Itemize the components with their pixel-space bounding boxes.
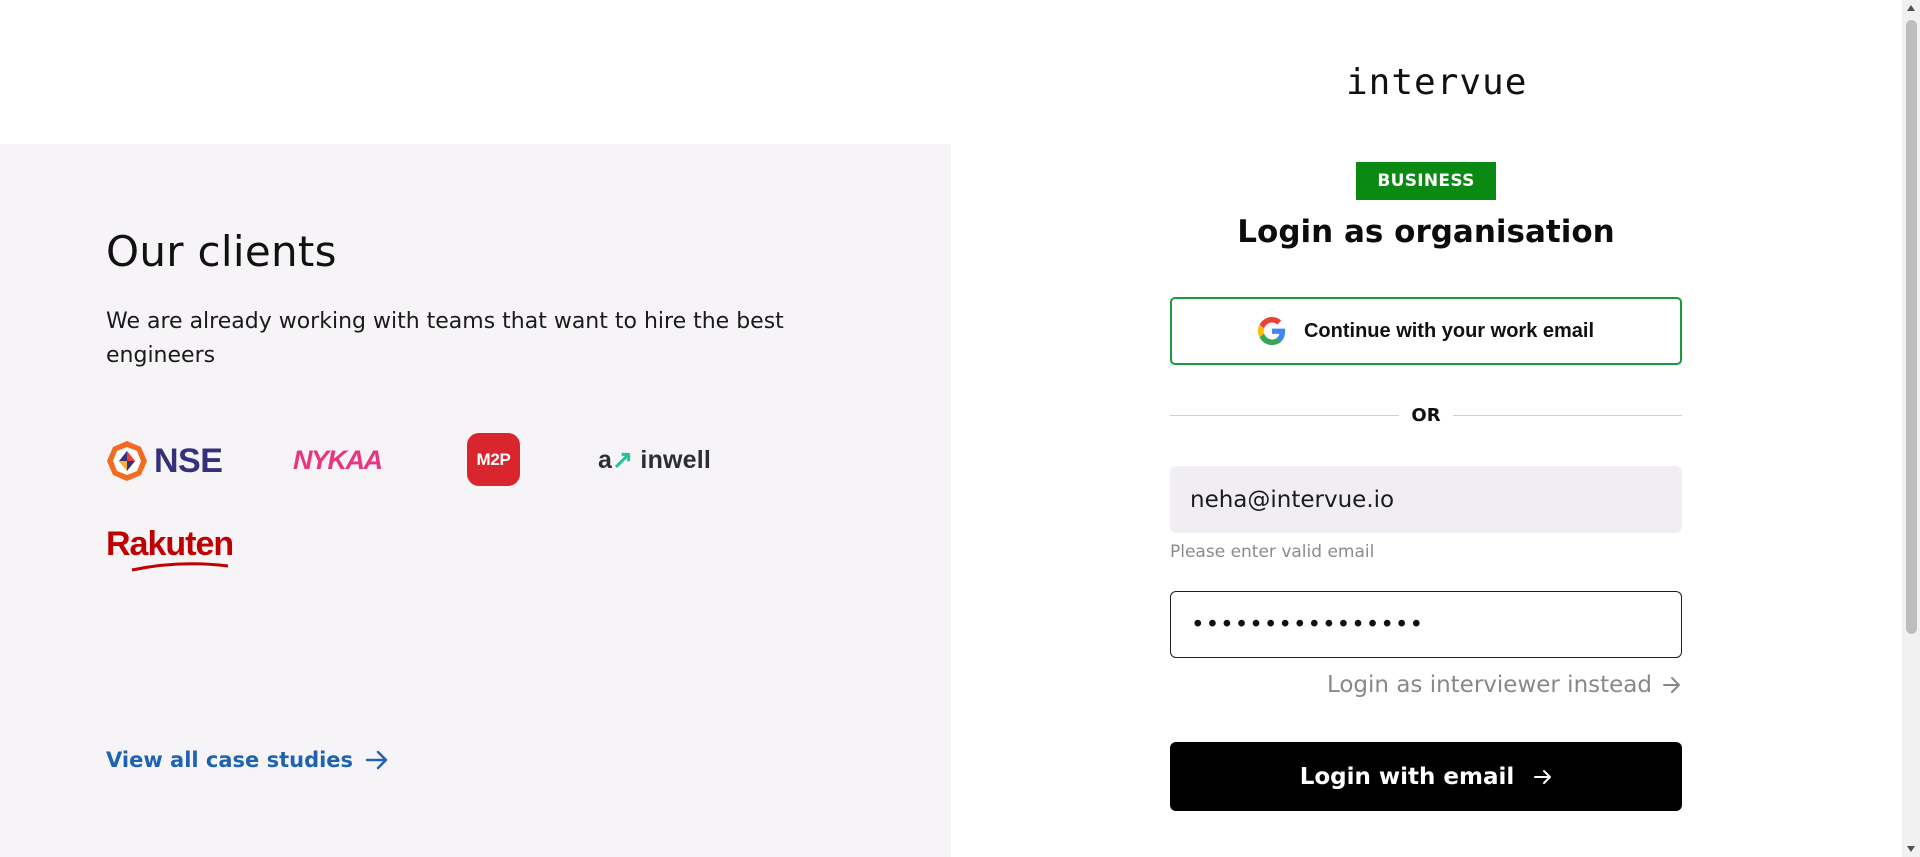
login-button-label: Login with email xyxy=(1299,763,1515,790)
clients-title: Our clients xyxy=(106,227,337,276)
rakuten-logo: Rakuten xyxy=(106,524,234,572)
business-badge: BUSINESS xyxy=(1356,162,1496,200)
view-case-studies-link[interactable]: View all case studies xyxy=(106,748,389,772)
interviewer-link-label: Login as interviewer instead xyxy=(1326,672,1652,698)
gainwell-mark-letter: a xyxy=(598,446,613,474)
nykaa-logo: NYKAA xyxy=(293,445,383,475)
nse-emblem-icon xyxy=(107,441,147,481)
gainwell-mark: a↗ xyxy=(598,446,640,474)
login-as-interviewer-link[interactable]: Login as interviewer instead xyxy=(1327,672,1682,698)
arrow-right-icon xyxy=(365,750,388,770)
scroll-down-arrow-icon[interactable] xyxy=(1907,846,1915,852)
google-g-icon xyxy=(1257,317,1286,345)
gainwell-arrow-icon: ↗ xyxy=(612,446,634,474)
rakuten-logo-text: Rakuten xyxy=(106,525,234,563)
divider-line-right xyxy=(1452,414,1683,416)
google-signin-label: Continue with your work email xyxy=(1303,319,1595,342)
login-with-email-button[interactable]: Login with email xyxy=(1170,742,1682,811)
arrow-right-icon xyxy=(1663,677,1680,693)
nse-logo-text: NSE xyxy=(154,441,223,480)
divider-text: OR xyxy=(1411,404,1441,426)
gainwell-text: inwell xyxy=(640,446,712,474)
case-studies-label: View all case studies xyxy=(106,748,354,772)
password-field[interactable] xyxy=(1170,591,1682,658)
page-scrollbar[interactable] xyxy=(1902,0,1920,857)
arrow-right-icon xyxy=(1534,769,1552,784)
clients-subtitle: We are already working with teams that w… xyxy=(106,309,784,368)
scroll-up-arrow-icon[interactable] xyxy=(1907,5,1915,11)
or-divider: OR xyxy=(1170,403,1683,427)
email-field[interactable] xyxy=(1170,466,1682,533)
gainwell-logo: a↗ inwell xyxy=(598,440,711,480)
scrollbar-thumb[interactable] xyxy=(1906,20,1917,634)
m2p-logo: M2P xyxy=(467,433,520,486)
intervue-logo[interactable]: intervue xyxy=(1346,62,1527,103)
google-signin-button[interactable]: Continue with your work email xyxy=(1170,297,1682,365)
login-title: Login as organisation xyxy=(1237,214,1615,250)
divider-line-left xyxy=(1170,414,1400,416)
rakuten-swoosh-icon xyxy=(131,562,229,572)
nse-logo: NSE xyxy=(106,438,230,484)
email-error-message: Please enter valid email xyxy=(1170,542,1375,562)
